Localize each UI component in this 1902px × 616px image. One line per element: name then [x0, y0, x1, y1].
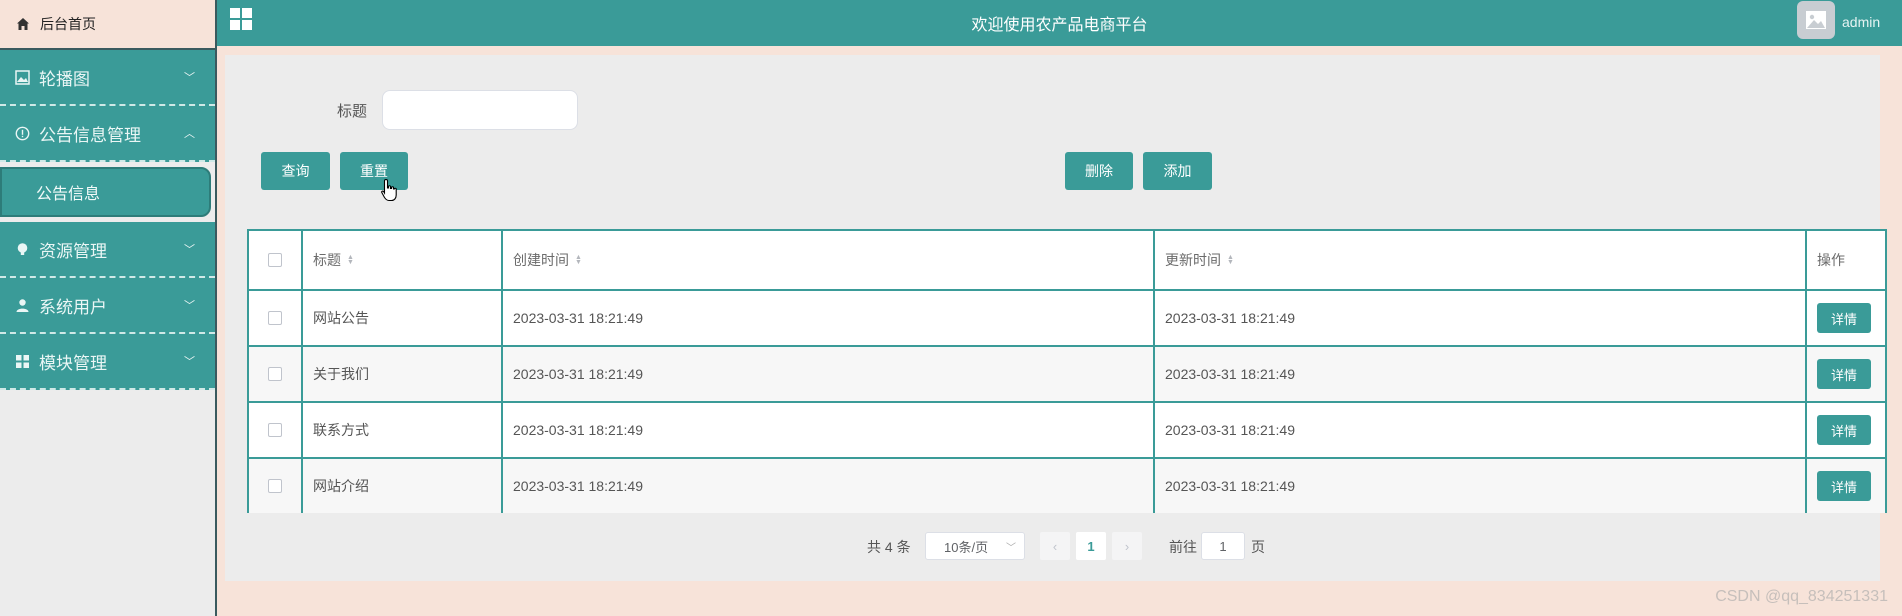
- column-header-created[interactable]: 创建时间 ▲ ▼: [503, 231, 1155, 289]
- chevron-down-icon: ﹀: [184, 244, 195, 256]
- top-header: 欢迎使用农产品电商平台 admin: [217, 0, 1902, 46]
- column-header-updated[interactable]: 更新时间 ▲ ▼: [1155, 231, 1807, 289]
- detail-button[interactable]: 详情: [1817, 471, 1871, 501]
- page-number-1[interactable]: 1: [1076, 532, 1106, 560]
- cell-created: 2023-03-31 18:21:49: [503, 403, 1155, 457]
- sidebar-menu-notice[interactable]: 公告信息管理 ︿: [0, 106, 215, 162]
- page-title: 欢迎使用农产品电商平台: [971, 17, 1148, 34]
- goto-page-input[interactable]: [1201, 532, 1245, 560]
- table-row: 网站公告 2023-03-31 18:21:49 2023-03-31 18:2…: [249, 291, 1885, 347]
- goto-suffix: 页: [1251, 539, 1265, 555]
- cell-updated: 2023-03-31 18:21:49: [1155, 459, 1807, 513]
- sidebar-menu-label: 轮播图: [39, 69, 90, 89]
- cell-updated: 2023-03-31 18:21:49: [1155, 403, 1807, 457]
- table-header-row: 标题 ▲ ▼ 创建时间 ▲ ▼ 更新时间 ▲ ▼ 操作: [249, 231, 1885, 291]
- next-page-button[interactable]: ›: [1112, 532, 1142, 560]
- cell-action: 详情: [1807, 347, 1885, 401]
- chevron-down-icon: ﹀: [1006, 542, 1016, 554]
- pagination-total: 共 4 条: [867, 539, 911, 555]
- row-checkbox-cell: [249, 291, 303, 345]
- sidebar-menu-carousel[interactable]: 轮播图 ﹀: [0, 50, 215, 106]
- cell-title: 关于我们: [303, 347, 503, 401]
- info-circle-icon: [15, 126, 30, 141]
- cell-updated: 2023-03-31 18:21:49: [1155, 291, 1807, 345]
- hand-cursor-icon: [381, 178, 397, 202]
- goto-prefix: 前往: [1169, 539, 1197, 555]
- cell-created: 2023-03-31 18:21:49: [503, 347, 1155, 401]
- sidebar-home[interactable]: 后台首页: [0, 0, 215, 50]
- row-checkbox[interactable]: [268, 479, 282, 493]
- sidebar-menu-resource[interactable]: 资源管理 ﹀: [0, 222, 215, 278]
- detail-button[interactable]: 详情: [1817, 415, 1871, 445]
- chevron-down-icon: ﹀: [184, 356, 195, 368]
- home-icon: [17, 18, 29, 30]
- header-checkbox-cell: [249, 231, 303, 289]
- prev-page-button[interactable]: ‹: [1040, 532, 1070, 560]
- row-checkbox-cell: [249, 347, 303, 401]
- cell-created: 2023-03-31 18:21:49: [503, 291, 1155, 345]
- sort-icon[interactable]: ▲ ▼: [575, 254, 582, 266]
- search-title-label: 标题: [337, 103, 368, 120]
- column-header-title[interactable]: 标题 ▲ ▼: [303, 231, 503, 289]
- cell-action: 详情: [1807, 459, 1885, 513]
- cell-title: 联系方式: [303, 403, 503, 457]
- column-header-label: 操作: [1817, 252, 1845, 268]
- row-checkbox-cell: [249, 403, 303, 457]
- detail-button[interactable]: 详情: [1817, 303, 1871, 333]
- column-header-label: 标题: [313, 252, 341, 268]
- column-header-label: 创建时间: [513, 252, 569, 268]
- sidebar-menu-label: 模块管理: [39, 353, 107, 373]
- chevron-up-icon: ︿: [184, 128, 195, 140]
- sidebar-menu-label: 资源管理: [39, 241, 107, 261]
- row-checkbox[interactable]: [268, 367, 282, 381]
- watermark: CSDN @qq_834251331: [1715, 588, 1888, 605]
- avatar[interactable]: [1797, 1, 1835, 39]
- chevron-right-icon: ›: [1124, 538, 1130, 554]
- table-row: 关于我们 2023-03-31 18:21:49 2023-03-31 18:2…: [249, 347, 1885, 403]
- notice-table: 标题 ▲ ▼ 创建时间 ▲ ▼ 更新时间 ▲ ▼ 操作 网站公告 2023-03-31…: [247, 229, 1887, 513]
- sidebar-menu-label: 系统用户: [39, 297, 107, 317]
- cell-action: 详情: [1807, 291, 1885, 345]
- cell-created: 2023-03-31 18:21:49: [503, 459, 1155, 513]
- search-title-input[interactable]: [382, 90, 578, 130]
- cell-title: 网站公告: [303, 291, 503, 345]
- delete-button[interactable]: 删除: [1065, 152, 1133, 190]
- sidebar-submenu: 公告信息: [0, 162, 215, 222]
- page-size-select[interactable]: 10条/页 ﹀: [925, 532, 1025, 560]
- grid-icon: [15, 354, 30, 369]
- column-header-action: 操作: [1807, 231, 1885, 289]
- select-all-checkbox[interactable]: [268, 253, 282, 267]
- image-placeholder-icon: [1806, 11, 1826, 29]
- detail-button[interactable]: 详情: [1817, 359, 1871, 389]
- sidebar-menu-label: 公告信息管理: [39, 125, 141, 145]
- chevron-down-icon: ﹀: [184, 72, 195, 84]
- add-button[interactable]: 添加: [1143, 152, 1212, 190]
- sort-icon[interactable]: ▲ ▼: [1227, 254, 1234, 266]
- query-button[interactable]: 查询: [261, 152, 330, 190]
- row-checkbox[interactable]: [268, 423, 282, 437]
- sidebar-item-notice-info[interactable]: 公告信息: [0, 167, 211, 217]
- row-checkbox[interactable]: [268, 311, 282, 325]
- main-panel: 标题 查询 重置 删除 添加 标题 ▲ ▼ 创建时间 ▲ ▼ 更新时间 ▲ ▼ 操作: [225, 55, 1887, 581]
- cell-title: 网站介绍: [303, 459, 503, 513]
- sidebar-item-label: 公告信息: [36, 186, 101, 203]
- user-icon: [15, 298, 30, 313]
- column-header-label: 更新时间: [1165, 252, 1221, 268]
- image-icon: [15, 69, 30, 85]
- chevron-left-icon: ‹: [1052, 538, 1058, 554]
- cell-updated: 2023-03-31 18:21:49: [1155, 347, 1807, 401]
- sidebar: 后台首页 轮播图 ﹀ 公告信息管理 ︿ 公告信息 资源管理 ﹀ 系统用户 ﹀ 模…: [0, 0, 217, 616]
- username[interactable]: admin: [1842, 14, 1880, 30]
- sidebar-home-label: 后台首页: [40, 16, 96, 32]
- bulb-icon: [15, 242, 30, 257]
- row-checkbox-cell: [249, 459, 303, 513]
- table-row: 联系方式 2023-03-31 18:21:49 2023-03-31 18:2…: [249, 403, 1885, 459]
- sidebar-menu-users[interactable]: 系统用户 ﹀: [0, 278, 215, 334]
- sort-icon[interactable]: ▲ ▼: [347, 254, 354, 266]
- sidebar-menu-modules[interactable]: 模块管理 ﹀: [0, 334, 215, 390]
- cell-action: 详情: [1807, 403, 1885, 457]
- chevron-down-icon: ﹀: [184, 300, 195, 312]
- page-size-value: 10条/页: [944, 539, 989, 555]
- table-row: 网站介绍 2023-03-31 18:21:49 2023-03-31 18:2…: [249, 459, 1885, 513]
